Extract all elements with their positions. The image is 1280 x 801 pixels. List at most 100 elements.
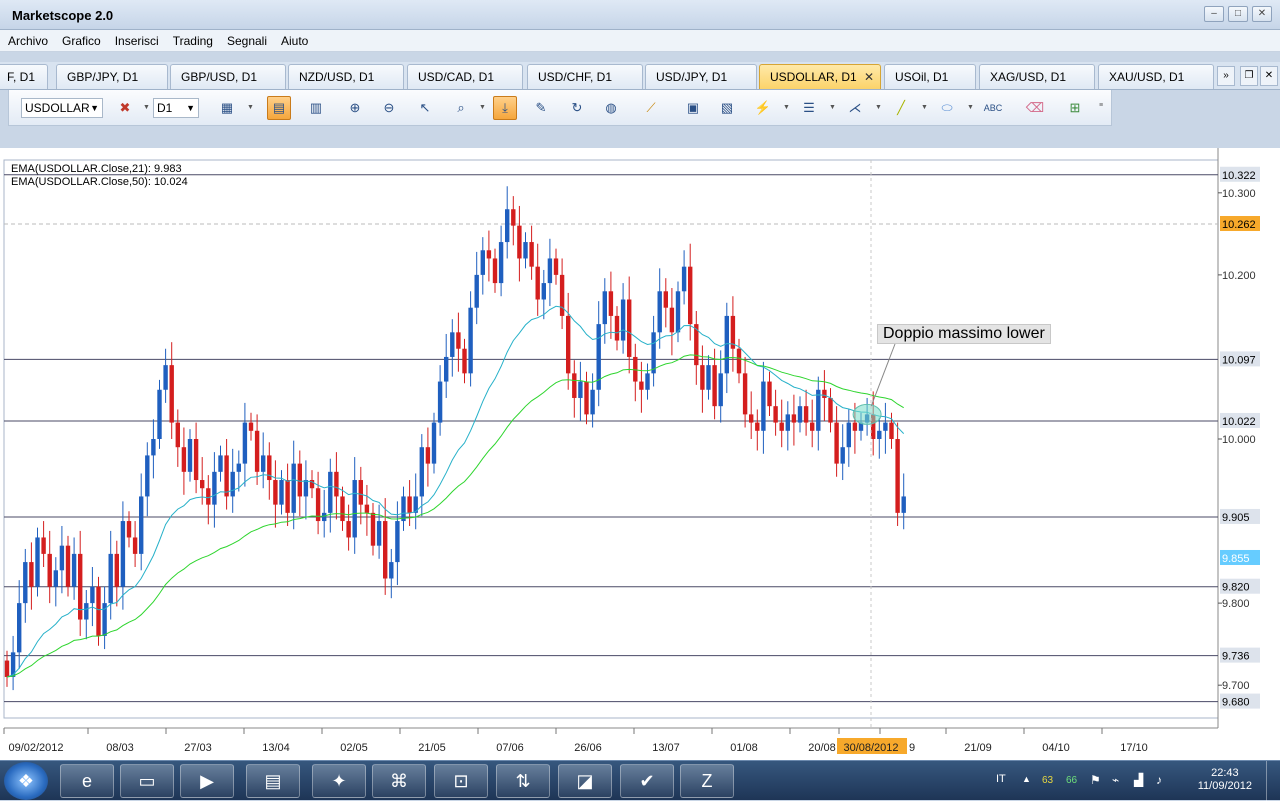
candle-body bbox=[627, 299, 632, 357]
tab-gbpusd[interactable]: GBP/USD, D1 bbox=[170, 64, 286, 89]
chevron-down-icon[interactable]: ▼ bbox=[479, 104, 486, 111]
edit-icon[interactable]: ✎ bbox=[529, 96, 553, 120]
ellipse-icon[interactable]: ⬭ bbox=[935, 96, 959, 120]
candle-body bbox=[126, 521, 132, 538]
chart-area[interactable]: 10.300 10.200 10.000 9.800 9.700 10.322 10.262… bbox=[0, 148, 1280, 760]
pdf-reader-icon[interactable]: ⌘ bbox=[372, 764, 426, 798]
tab-nzdusd[interactable]: NZD/USD, D1 bbox=[288, 64, 404, 89]
tab-usdollar[interactable]: USDOLLAR, D1 ✕ bbox=[759, 64, 881, 89]
tab-restore-icon[interactable]: ❐ bbox=[1240, 66, 1258, 86]
refresh-icon[interactable]: ↻ bbox=[565, 96, 589, 120]
time-tick-label: 01/08 bbox=[730, 742, 758, 754]
tray-badge-2[interactable]: 66 bbox=[1066, 775, 1077, 786]
tab-list-chevron-icon[interactable]: » bbox=[1217, 66, 1235, 86]
volume-icon[interactable]: ♪ bbox=[1156, 773, 1162, 787]
ema50-label: EMA(USDOLLAR.Close,50): 10.024 bbox=[11, 176, 188, 188]
tab-usoil[interactable]: USOil, D1 bbox=[884, 64, 976, 89]
flag-icon[interactable]: ⚑ bbox=[1090, 773, 1101, 787]
candle-body bbox=[675, 291, 681, 333]
tray-badge-1[interactable]: 63 bbox=[1042, 775, 1053, 786]
bar-view-icon[interactable]: ▥ bbox=[304, 96, 328, 120]
candle-view-icon[interactable]: ▤ bbox=[267, 96, 291, 120]
network-signal-icon[interactable]: ▟ bbox=[1134, 773, 1143, 787]
zoom-in-icon[interactable]: ⊕ bbox=[343, 96, 367, 120]
menu-inserisci[interactable]: Inserisci bbox=[115, 34, 159, 48]
marketscope-icon[interactable]: ▤ bbox=[246, 764, 300, 798]
menu-trading[interactable]: Trading bbox=[173, 34, 213, 48]
chart-toolbar: USDOLLAR ▼ ✖ ▼ D1 ▼ ▦ ▼ ▤ ▥ ⊕ ⊖ ↖ ⌕ ▼ ⤓ … bbox=[8, 90, 1112, 126]
tab-label: XAG/USD, D1 bbox=[990, 70, 1067, 84]
chart-type-icon[interactable]: ▦ bbox=[215, 96, 239, 120]
tab-usdjpy[interactable]: USD/JPY, D1 bbox=[645, 64, 757, 89]
file-explorer-icon[interactable]: ▭ bbox=[120, 764, 174, 798]
fan-tool-icon[interactable]: ⋌ bbox=[843, 96, 867, 120]
candle-body bbox=[846, 422, 851, 448]
internet-explorer-icon[interactable]: e bbox=[60, 764, 114, 798]
chevron-down-icon[interactable]: ▼ bbox=[247, 104, 254, 111]
close-button[interactable]: ✕ bbox=[1252, 6, 1272, 22]
title-bar: Marketscope 2.0 – □ ✕ bbox=[0, 0, 1280, 30]
clock[interactable]: 22:43 11/09/2012 bbox=[1198, 767, 1252, 793]
chevron-down-icon[interactable]: ▼ bbox=[967, 104, 974, 111]
show-hidden-icons-icon[interactable]: ▲ bbox=[1022, 774, 1031, 784]
eraser-icon[interactable]: ⌫ bbox=[1023, 96, 1047, 120]
chevron-down-icon[interactable]: ▼ bbox=[783, 104, 790, 111]
close-tab-icon[interactable]: ✕ bbox=[864, 65, 874, 89]
tab-label: GBP/JPY, D1 bbox=[67, 70, 139, 84]
candle-body bbox=[505, 209, 510, 243]
picture-icon[interactable]: ▣ bbox=[681, 96, 705, 120]
tab-label: XAU/USD, D1 bbox=[1109, 70, 1185, 84]
tab-usdcad[interactable]: USD/CAD, D1 bbox=[407, 64, 523, 89]
price-chart[interactable]: 10.300 10.200 10.000 9.800 9.700 10.322 10.262… bbox=[0, 148, 1280, 760]
tab-gbpjpy[interactable]: GBP/JPY, D1 bbox=[56, 64, 168, 89]
ruler-icon[interactable]: ⟋ bbox=[639, 96, 663, 120]
cursor-icon[interactable]: ↖ bbox=[413, 96, 437, 120]
menu-archivio[interactable]: Archivo bbox=[8, 34, 48, 48]
timeframe-select[interactable]: D1 ▼ bbox=[153, 98, 199, 118]
maximize-button[interactable]: □ bbox=[1228, 6, 1248, 22]
indicator-icon[interactable]: ⚡ bbox=[751, 96, 775, 120]
sticky-notes-icon[interactable]: ◪ bbox=[558, 764, 612, 798]
plug-icon[interactable]: ⌁ bbox=[1112, 773, 1119, 787]
menu-segnali[interactable]: Segnali bbox=[227, 34, 267, 48]
magnify-icon[interactable]: ⌕ bbox=[449, 96, 473, 120]
pen-icon[interactable]: ╱ bbox=[889, 96, 913, 120]
time-tick-label: 20/08 bbox=[808, 742, 836, 754]
chevron-down-icon[interactable]: ▼ bbox=[875, 104, 882, 111]
tab-close-icon[interactable]: ✕ bbox=[1260, 66, 1278, 86]
instrument-select[interactable]: USDOLLAR ▼ bbox=[21, 98, 103, 118]
sync-icon[interactable]: ⇅ bbox=[496, 764, 550, 798]
chevron-down-icon[interactable]: ▼ bbox=[829, 104, 836, 111]
remove-instrument-icon[interactable]: ✖ bbox=[113, 96, 137, 120]
checkmark-app-icon[interactable]: ✔ bbox=[620, 764, 674, 798]
price-tick-label: 10.000 bbox=[1222, 434, 1256, 446]
scroll-to-end-icon[interactable]: ⤓ bbox=[493, 96, 517, 120]
tab-usdchf[interactable]: USD/CHF, D1 bbox=[527, 64, 643, 89]
lines-icon[interactable]: ☰ bbox=[797, 96, 821, 120]
candle-body bbox=[663, 291, 668, 308]
menu-aiuto[interactable]: Aiuto bbox=[281, 34, 308, 48]
text-tool-icon[interactable]: ABC bbox=[981, 96, 1005, 120]
menu-grafico[interactable]: Grafico bbox=[62, 34, 101, 48]
zoom-out-icon[interactable]: ⊖ bbox=[377, 96, 401, 120]
language-bar-icon[interactable]: ✦ bbox=[312, 764, 366, 798]
image-icon[interactable]: ▧ bbox=[715, 96, 739, 120]
tab-xauusd[interactable]: XAU/USD, D1 bbox=[1098, 64, 1214, 89]
lock-folder-icon[interactable]: ⊡ bbox=[434, 764, 488, 798]
candle-body bbox=[206, 488, 211, 505]
hierarchy-icon[interactable]: ⊞ bbox=[1063, 96, 1087, 120]
language-indicator[interactable]: IT bbox=[996, 773, 1006, 785]
media-player-icon[interactable]: ▶ bbox=[180, 764, 234, 798]
zoom-app-icon[interactable]: Z bbox=[680, 764, 734, 798]
plot-border bbox=[3, 159, 1219, 719]
annotation-text[interactable]: Doppio massimo lower bbox=[877, 324, 1051, 344]
show-desktop-button[interactable] bbox=[1266, 761, 1280, 801]
windows-logo-icon[interactable]: ❖ bbox=[4, 762, 48, 800]
toolbar-overflow-icon[interactable]: ≡ bbox=[1099, 102, 1103, 109]
tab-partial[interactable]: F, D1 bbox=[0, 64, 48, 89]
chevron-down-icon[interactable]: ▼ bbox=[143, 104, 150, 111]
globe-icon[interactable]: ◍ bbox=[599, 96, 623, 120]
minimize-button[interactable]: – bbox=[1204, 6, 1224, 22]
chevron-down-icon[interactable]: ▼ bbox=[921, 104, 928, 111]
tab-xagusd[interactable]: XAG/USD, D1 bbox=[979, 64, 1095, 89]
